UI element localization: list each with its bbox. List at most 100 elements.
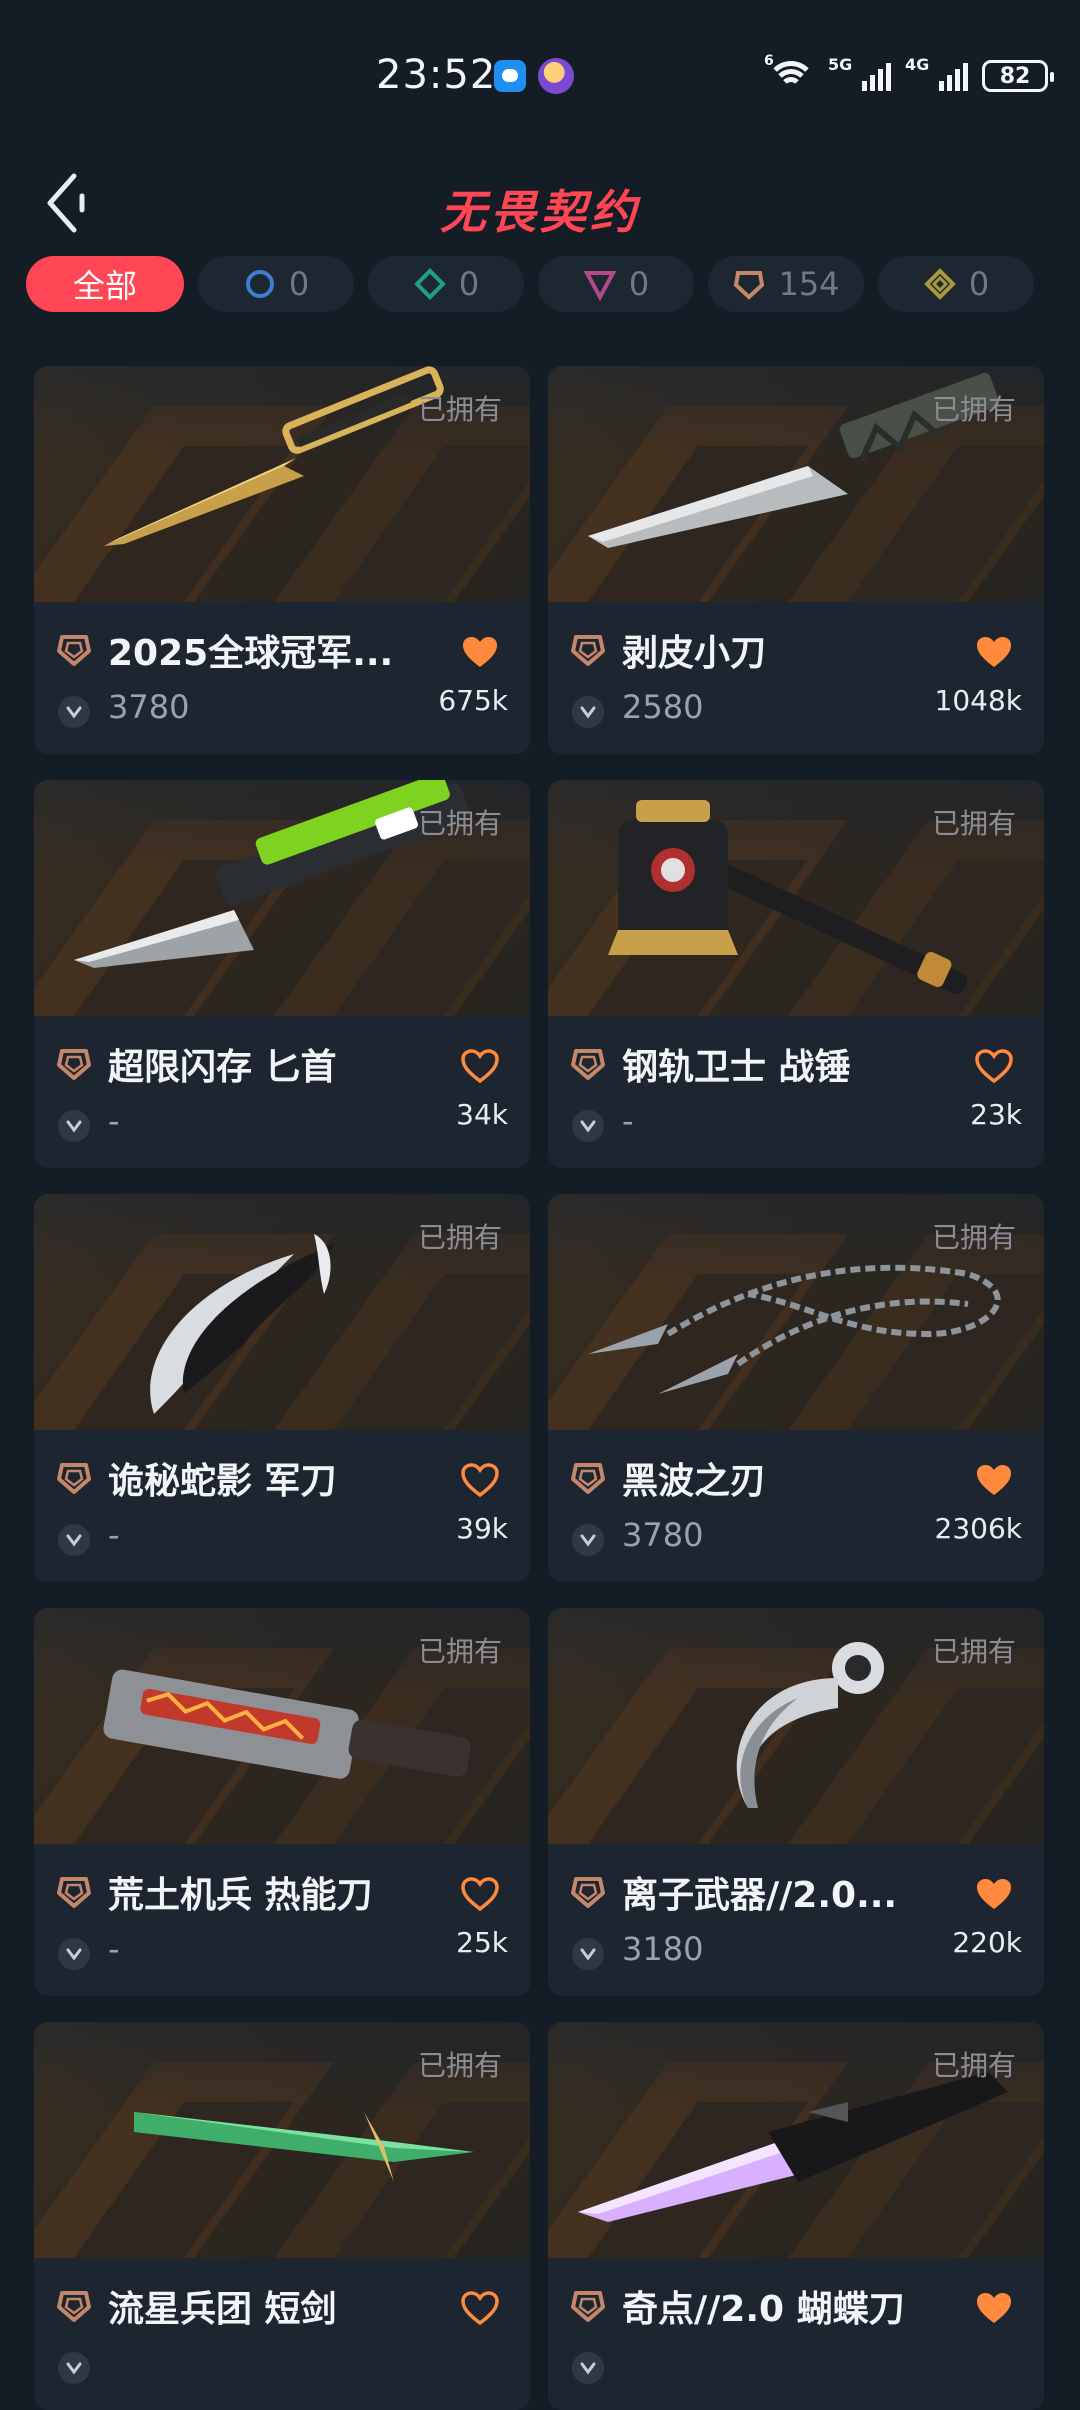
skin-price: 3180 [622, 1930, 704, 1968]
like-count: 1048k [934, 684, 1022, 717]
owned-label: 已拥有 [417, 807, 502, 840]
heart-filled-icon[interactable] [974, 2290, 1014, 2326]
skin-image: 已拥有 [34, 1194, 530, 1430]
filter-tier-ultra[interactable]: 0 [878, 256, 1034, 312]
heart-outline-icon[interactable] [460, 2290, 500, 2326]
like-count: 34k [456, 1098, 508, 1131]
skin-image: 已拥有 [548, 2022, 1044, 2258]
heart-outline-icon[interactable] [460, 1876, 500, 1912]
heart-outline-icon[interactable] [460, 1048, 500, 1084]
filter-tier-exclusive[interactable]: 154 [708, 256, 864, 312]
battery-level: 82 [999, 63, 1031, 89]
skin-price: 3780 [622, 1516, 704, 1554]
skin-image: 已拥有 [34, 1608, 530, 1844]
owned-label: 已拥有 [931, 393, 1016, 426]
owned-label: 已拥有 [931, 1221, 1016, 1254]
heart-filled-icon[interactable] [974, 1462, 1014, 1498]
skin-price: - [622, 1102, 634, 1140]
skin-image: 已拥有 [548, 366, 1044, 602]
tier-exclusive-icon [571, 635, 605, 666]
filter-all[interactable]: 全部 [26, 256, 184, 312]
tier-select-icon [245, 270, 274, 298]
skin-card-8[interactable]: 已拥有 离子武器//2.0... 3180 220k [548, 1608, 1044, 1996]
like-count: 220k [952, 1926, 1022, 1959]
like-count: 675k [438, 684, 508, 717]
wifi-icon: 6 [764, 53, 816, 93]
valorant-points-icon [58, 1524, 90, 1556]
page-header: 无畏契约 [0, 148, 1080, 258]
tier-exclusive-icon [734, 271, 765, 300]
skin-name: 钢轨卫士 战锤 [622, 1047, 851, 1088]
skin-name: 2025全球冠军... [108, 633, 394, 674]
valorant-points-icon [572, 1938, 604, 1970]
heart-filled-icon[interactable] [974, 1876, 1014, 1912]
signal-5g-icon: 5G [828, 55, 891, 91]
valorant-points-icon [572, 1110, 604, 1142]
skin-card-9[interactable]: 已拥有 流星兵团 短剑 [34, 2022, 530, 2410]
skin-price: 3780 [108, 688, 190, 726]
wifi-gen-label: 6 [764, 53, 774, 69]
filter-tier-premium[interactable]: 0 [538, 256, 694, 312]
skin-name: 黑波之刃 [622, 1461, 767, 1502]
skin-name: 离子武器//2.0... [622, 1875, 898, 1916]
skin-name: 剥皮小刀 [622, 633, 767, 674]
status-bar: 23:52 6 5G 4G 82 [0, 0, 1080, 140]
tier-exclusive-icon [571, 1049, 605, 1080]
tier-ultra-icon [923, 268, 956, 300]
skin-card-5[interactable]: 已拥有 诡秘蛇影 军刀 - 39k [34, 1194, 530, 1582]
skin-image: 已拥有 [548, 1194, 1044, 1430]
owned-label: 已拥有 [931, 1635, 1016, 1668]
skin-price: - [108, 1930, 120, 1968]
heart-outline-icon[interactable] [460, 1462, 500, 1498]
message-app-icon [494, 60, 526, 92]
tier-exclusive-icon [57, 1049, 91, 1080]
skin-name: 奇点//2.0 蝴蝶刀 [622, 2289, 905, 2330]
status-time: 23:52 [376, 52, 497, 98]
skin-card-7[interactable]: 已拥有 荒土机兵 热能刀 - 25k [34, 1608, 530, 1996]
filter-tier-deluxe[interactable]: 0 [368, 256, 524, 312]
tier-exclusive-icon [57, 1877, 91, 1908]
skin-price: 2580 [622, 688, 704, 726]
heart-filled-icon[interactable] [974, 634, 1014, 670]
owned-label: 已拥有 [417, 1221, 502, 1254]
signal-4g-label: 4G [905, 55, 930, 74]
skin-name: 超限闪存 匕首 [108, 1047, 337, 1088]
skin-image: 已拥有 [34, 2022, 530, 2258]
skin-card-10[interactable]: 已拥有 奇点//2.0 蝴蝶刀 [548, 2022, 1044, 2410]
heart-outline-icon[interactable] [974, 1048, 1014, 1084]
tier-exclusive-icon [57, 2291, 91, 2322]
page-title: 无畏契约 [440, 185, 640, 239]
skin-card-1[interactable]: 已拥有 2025全球冠军... 3780 675k [34, 366, 530, 754]
filter-all-label: 全部 [72, 267, 137, 305]
tier-exclusive-icon [571, 2291, 605, 2322]
valorant-points-icon [572, 696, 604, 728]
skin-card-6[interactable]: 已拥有 黑波之刃 3780 2306k [548, 1194, 1044, 1582]
battery-icon: 82 [982, 60, 1054, 92]
filter-tier-select[interactable]: 0 [198, 256, 354, 312]
heart-filled-icon[interactable] [460, 634, 500, 670]
skin-name: 荒土机兵 热能刀 [108, 1875, 373, 1916]
skin-image: 已拥有 [34, 366, 530, 602]
valorant-points-icon [58, 696, 90, 728]
valorant-points-icon [572, 1524, 604, 1556]
tier-exclusive-icon [571, 1463, 605, 1494]
owned-label: 已拥有 [931, 807, 1016, 840]
tier-exclusive-icon [571, 1877, 605, 1908]
skin-name: 流星兵团 短剑 [108, 2289, 337, 2330]
tier-filter-bar: 全部 0 0 0 154 0 [26, 256, 1066, 312]
signal-4g-icon: 4G [905, 55, 968, 91]
skin-card-2[interactable]: 已拥有 剥皮小刀 2580 1048k [548, 366, 1044, 754]
valorant-points-icon [58, 2352, 90, 2384]
like-count: 2306k [934, 1512, 1022, 1545]
filter-count: 154 [778, 265, 840, 303]
owned-label: 已拥有 [417, 2049, 502, 2082]
like-count: 23k [970, 1098, 1022, 1131]
skin-image: 已拥有 [548, 1608, 1044, 1844]
skin-name: 诡秘蛇影 军刀 [108, 1461, 337, 1502]
tier-premium-icon [583, 271, 617, 301]
skin-card-4[interactable]: 已拥有 钢轨卫士 战锤 - 23k [548, 780, 1044, 1168]
tier-deluxe-icon [413, 268, 446, 300]
skin-image: 已拥有 [34, 780, 530, 1016]
skin-image: 已拥有 [548, 780, 1044, 1016]
skin-card-3[interactable]: 已拥有 超限闪存 匕首 - 34k [34, 780, 530, 1168]
